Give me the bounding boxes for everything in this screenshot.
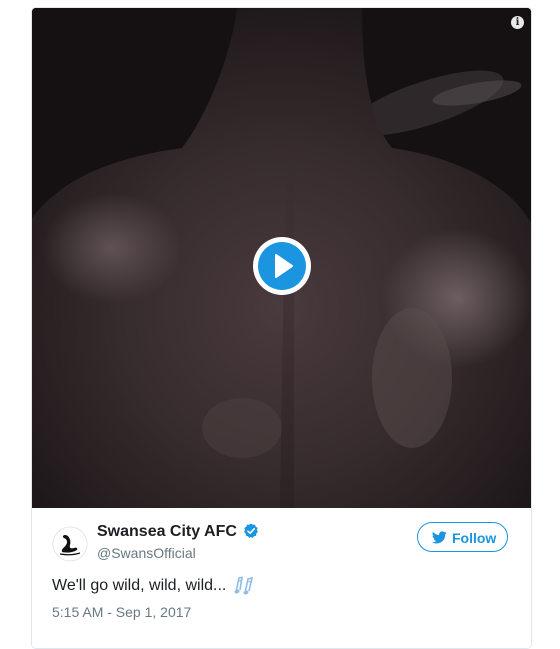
- twitter-bird-icon: [432, 531, 447, 544]
- account-name[interactable]: Swansea City AFC: [97, 523, 237, 541]
- embedded-tweet-card: i Swansea City AFC @SwansOfficial Follow…: [31, 7, 532, 649]
- avatar[interactable]: [52, 526, 88, 562]
- account-handle[interactable]: @SwansOfficial: [97, 545, 196, 561]
- tweet-text: We'll go wild, wild, wild...: [52, 577, 227, 594]
- info-icon[interactable]: i: [511, 16, 524, 29]
- verified-badge-icon: [244, 523, 258, 538]
- musical-notes-icon: [234, 576, 254, 595]
- tweet-footer: Swansea City AFC @SwansOfficial Follow W…: [32, 508, 531, 648]
- follow-button-label: Follow: [452, 530, 497, 546]
- video-player[interactable]: i: [32, 8, 531, 508]
- play-button[interactable]: [253, 237, 311, 295]
- follow-button[interactable]: Follow: [417, 522, 508, 552]
- tweet-timestamp[interactable]: 5:15 AM - Sep 1, 2017: [52, 604, 191, 620]
- swan-logo-icon: [52, 526, 88, 562]
- play-icon: [275, 254, 293, 278]
